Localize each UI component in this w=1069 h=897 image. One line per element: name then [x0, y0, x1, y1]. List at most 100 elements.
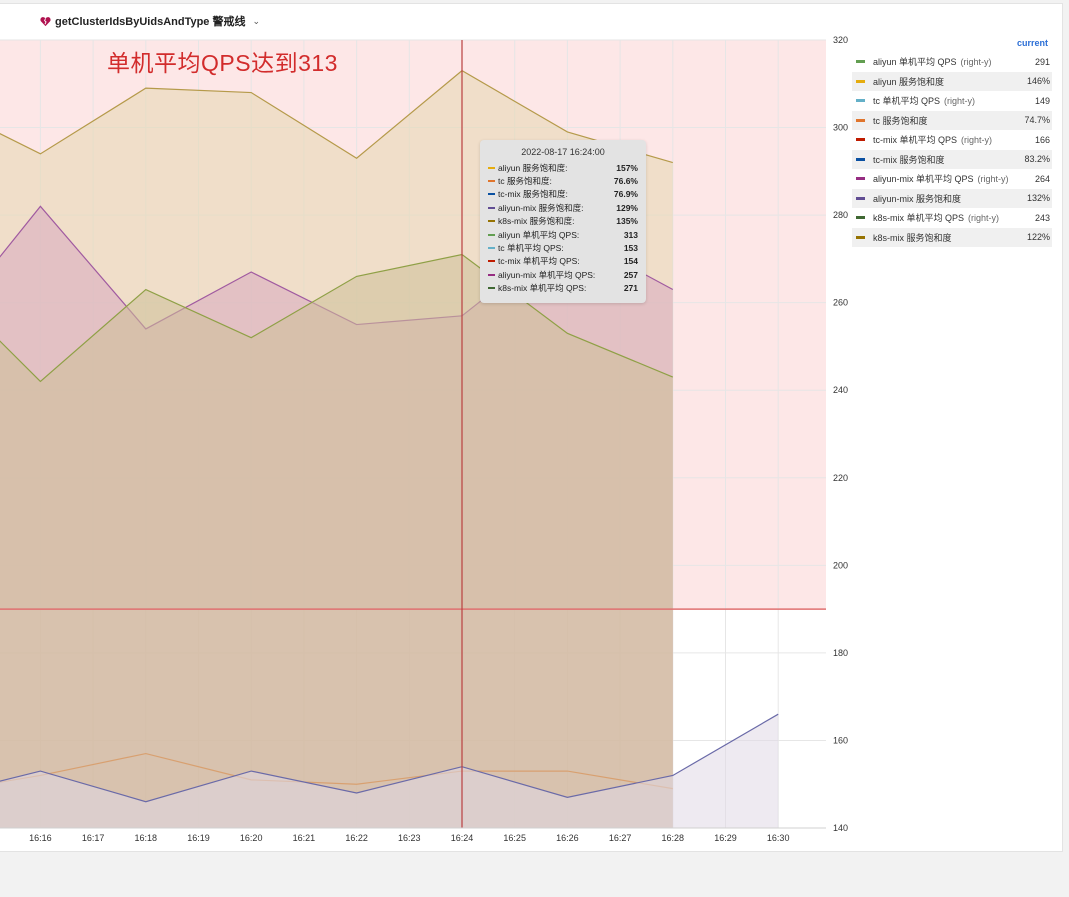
y-tick-label: 240 — [833, 385, 848, 395]
legend-item-value: 132% — [1026, 193, 1050, 204]
legend-item-value: 146% — [1026, 76, 1050, 87]
legend-swatch — [856, 99, 865, 103]
tooltip-row-label: aliyun-mix 服务饱和度: — [498, 202, 584, 213]
x-tick-label: 16:25 — [503, 833, 526, 843]
x-tick-label: 16:17 — [82, 833, 105, 843]
tooltip-row: aliyun 服务饱和度: 157% — [488, 161, 638, 174]
tooltip-row-value: 154 — [623, 256, 638, 267]
legend-item[interactable]: aliyun-mix 服务饱和度 132% — [852, 188, 1052, 208]
y-tick-label: 280 — [833, 210, 848, 220]
legend-item[interactable]: tc 服务饱和度 74.7% — [852, 110, 1052, 130]
legend-item-value: 122% — [1026, 232, 1050, 243]
legend-item-value: 291 — [1034, 56, 1050, 67]
tooltip-row-value: 313 — [623, 229, 638, 240]
legend-axis-tag: (right-y) — [961, 135, 993, 146]
legend-swatch — [856, 118, 865, 122]
y-tick-label: 300 — [833, 123, 848, 133]
y-tick-label: 200 — [833, 560, 848, 570]
tooltip-row: tc-mix 服务饱和度: 76.9% — [488, 188, 638, 201]
legend-item-label: k8s-mix 单机平均 QPS (right-y) — [873, 213, 1000, 224]
legend-item-value: 166 — [1034, 134, 1050, 145]
legend-item[interactable]: tc 单机平均 QPS (right-y) 149 — [852, 91, 1052, 111]
legend-item-label: tc 单机平均 QPS (right-y) — [873, 96, 976, 107]
tooltip-row-label: k8s-mix 单机平均 QPS: — [498, 283, 587, 294]
tooltip-row-label: tc 单机平均 QPS: — [498, 243, 564, 254]
legend-axis-tag: (right-y) — [968, 213, 1000, 224]
legend-item-label: aliyun-mix 服务饱和度 — [873, 193, 962, 204]
tooltip-time: 2022-08-17 16:24:00 — [521, 147, 605, 157]
tooltip-row-value: 157% — [616, 162, 638, 173]
tooltip-swatch — [488, 180, 495, 183]
legend-item[interactable]: aliyun 单机平均 QPS (right-y) 291 — [852, 52, 1052, 72]
legend-header-current[interactable]: current — [852, 38, 1052, 52]
legend-swatch — [856, 235, 865, 239]
legend-swatch — [856, 138, 865, 142]
tooltip-swatch — [488, 166, 495, 169]
tooltip-swatch — [488, 273, 495, 276]
tooltip-swatch — [488, 260, 495, 263]
hover-tooltip: 2022-08-17 16:24:00 aliyun 服务饱和度: 157% tc … — [480, 140, 646, 303]
legend-swatch — [856, 216, 865, 220]
legend-item-value: 264 — [1034, 173, 1050, 184]
x-tick-label: 16:28 — [662, 833, 685, 843]
legend-item[interactable]: k8s-mix 服务饱和度 122% — [852, 227, 1052, 247]
x-tick-label: 16:22 — [345, 833, 368, 843]
x-tick-label: 16:30 — [767, 833, 790, 843]
x-tick-label: 16:29 — [714, 833, 737, 843]
y-tick-label: 260 — [833, 298, 848, 308]
tooltip-row-label: aliyun 单机平均 QPS: — [498, 229, 580, 240]
y-tick-label: 180 — [833, 648, 848, 658]
tooltip-row-label: tc 服务饱和度: — [498, 176, 552, 187]
legend-item-label: tc 服务饱和度 — [873, 115, 928, 126]
legend-item-label: aliyun 服务饱和度 — [873, 76, 945, 87]
tooltip-row: tc-mix 单机平均 QPS: 154 — [488, 255, 638, 268]
tooltip-row: aliyun-mix 服务饱和度: 129% — [488, 201, 638, 214]
x-tick-label: 16:20 — [240, 833, 263, 843]
legend-item-value: 243 — [1034, 212, 1050, 223]
legend-swatch — [856, 177, 865, 181]
tooltip-swatch — [488, 220, 495, 223]
tooltip-row-label: aliyun 服务饱和度: — [498, 162, 568, 173]
legend-item-value: 83.2% — [1024, 154, 1050, 165]
legend-swatch — [856, 79, 865, 83]
legend-item[interactable]: tc-mix 服务饱和度 83.2% — [852, 149, 1052, 169]
x-tick-label: 16:19 — [187, 833, 210, 843]
legend-item[interactable]: aliyun 服务饱和度 146% — [852, 71, 1052, 91]
tooltip-row-label: aliyun-mix 单机平均 QPS: — [498, 269, 596, 280]
legend-item-label: aliyun-mix 单机平均 QPS (right-y) — [873, 174, 1009, 185]
legend-item[interactable]: aliyun-mix 单机平均 QPS (right-y) 264 — [852, 169, 1052, 189]
y-tick-label: 140 — [833, 823, 848, 833]
x-tick-label: 16:16 — [29, 833, 52, 843]
legend-axis-tag: (right-y) — [977, 174, 1009, 185]
tooltip-row-label: tc-mix 服务饱和度: — [498, 189, 568, 200]
legend: current aliyun 单机平均 QPS (right-y) 291 aliyu… — [852, 38, 1052, 247]
y-tick-label: 160 — [833, 735, 848, 745]
x-tick-label: 16:26 — [556, 833, 579, 843]
threshold-annotation: 单机平均QPS达到313 — [107, 50, 338, 76]
legend-swatch — [856, 196, 865, 200]
legend-item[interactable]: k8s-mix 单机平均 QPS (right-y) 243 — [852, 208, 1052, 228]
tooltip-row-label: tc-mix 单机平均 QPS: — [498, 256, 580, 267]
tooltip-row-value: 76.6% — [613, 176, 638, 187]
tooltip-row: k8s-mix 服务饱和度: 135% — [488, 215, 638, 228]
series-area — [0, 254, 673, 828]
tooltip-swatch — [488, 233, 495, 236]
tooltip-swatch — [488, 193, 495, 196]
legend-swatch — [856, 157, 865, 161]
legend-axis-tag: (right-y) — [960, 57, 992, 68]
legend-item-label: tc-mix 服务饱和度 — [873, 154, 945, 165]
tooltip-swatch — [488, 287, 495, 290]
tooltip-row-value: 135% — [616, 216, 638, 227]
tooltip-row: aliyun-mix 单机平均 QPS: 257 — [488, 268, 638, 281]
x-tick-label: 16:18 — [135, 833, 158, 843]
legend-item[interactable]: tc-mix 单机平均 QPS (right-y) 166 — [852, 130, 1052, 150]
legend-swatch — [856, 60, 865, 64]
tooltip-row-value: 271 — [623, 283, 638, 294]
legend-item-label: aliyun 单机平均 QPS (right-y) — [873, 57, 992, 68]
tooltip-row-value: 153 — [623, 243, 638, 254]
x-tick-label: 16:21 — [293, 833, 316, 843]
y-tick-label: 320 — [833, 35, 848, 45]
legend-item-value: 74.7% — [1024, 115, 1050, 126]
legend-item-value: 149 — [1034, 95, 1050, 106]
tooltip-row: tc 服务饱和度: 76.6% — [488, 174, 638, 187]
